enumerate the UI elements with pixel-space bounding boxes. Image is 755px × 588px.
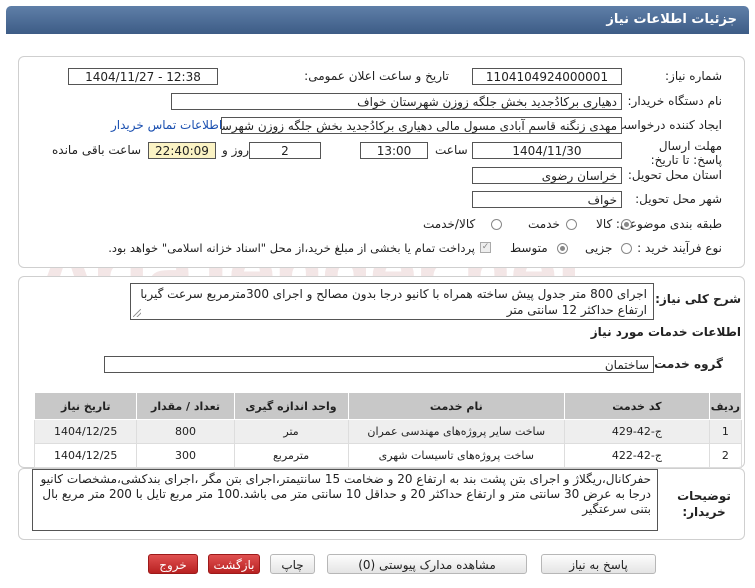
row-index: 2 [708,443,743,468]
reply-button[interactable]: پاسخ به نیاز [541,554,656,574]
buyer-notes-text: حفرکانال،ریگلاژ و اجرای بتن پشت بند به ا… [40,472,651,516]
category-goods-radio[interactable] [621,219,632,230]
category-goods-label: کالا [596,217,613,231]
process-medium-radio[interactable] [557,243,568,254]
page-header: جزئیات اطلاعات نیاز [6,6,749,34]
category-service-radio[interactable] [566,219,577,230]
process-medium-label: متوسط [510,241,548,255]
row-service-name: ساخت سایر پروژه‌های مهندسی عمران [347,419,566,444]
services-section-title: اطلاعات خدمات مورد نیاز [590,325,741,339]
process-partial-radio[interactable] [621,243,632,254]
col-quantity: تعداد / مقدار [136,392,235,420]
buyer-contact-link[interactable]: اطلاعات تماس خریدار [111,118,222,132]
col-unit: واحد اندازه گیری [233,392,349,420]
row-quantity: 300 [136,443,235,468]
row-service-code: ج-42-422 [564,443,710,468]
buyer-org-field: دهیاری برکادُجدید بخش جلگه زوزن شهرستان … [171,93,622,110]
page-title: جزئیات اطلاعات نیاز [606,12,737,27]
services-table: تاریخ نیاز تعداد / مقدار واحد اندازه گیر… [33,392,743,468]
category-service-label: خدمت [528,217,560,231]
print-button[interactable]: چاپ [270,554,315,574]
deadline-time-field: 13:00 [360,142,428,159]
col-service-name: نام خدمت [347,392,566,420]
attachments-button[interactable]: مشاهده مدارک پیوستی (0) [327,554,527,574]
col-need-date: تاریخ نیاز [33,392,138,420]
process-label: نوع فرآیند خرید : [637,241,722,255]
deadline-label: مهلت ارسال پاسخ: تا تاریخ: [650,139,722,167]
province-label: استان محل تحویل: [627,168,722,182]
col-service-code: کد خدمت [564,392,710,420]
city-label: شهر محل تحویل: [635,192,722,206]
city-field: خواف [472,191,622,208]
service-group-label: گروه خدمت: [649,357,723,371]
category-goods-service-radio[interactable] [491,219,502,230]
resize-grip-icon[interactable] [133,309,141,317]
process-partial-label: جزیی [585,241,613,255]
days-field: 2 [249,142,321,159]
announce-datetime-field: 1404/11/27 - 12:38 [68,68,218,85]
deadline-date-field: 1404/11/30 [472,142,622,159]
province-field: خراسان رضوی [472,167,622,184]
table-header-row: تاریخ نیاز تعداد / مقدار واحد اندازه گیر… [33,392,743,420]
category-goods-service-label: کالا/خدمت [423,217,476,231]
row-service-code: ج-42-429 [564,419,710,444]
creator-label: ایجاد کننده درخواست: [611,118,722,132]
row-unit: مترمربع [233,443,349,468]
summary-textarea[interactable]: اجرای 800 متر جدول پیش ساخته همراه با کا… [130,283,654,320]
service-group-field: ساختمان [104,356,654,373]
creator-field: مهدی زنگنه قاسم آبادی مسول مالی دهیاری ب… [221,117,622,134]
summary-text: اجرای 800 متر جدول پیش ساخته همراه با کا… [140,287,647,317]
remaining-label: ساعت باقی مانده [52,143,142,157]
row-need-date: 1404/12/25 [33,443,138,468]
payment-note: پرداخت تمام یا بخشی از مبلغ خرید،از محل … [108,241,475,255]
remaining-time-field: 22:40:09 [148,142,216,159]
treasury-checkbox[interactable]: ✓ [480,242,491,253]
summary-label: شرح کلی نیاز: [655,292,741,306]
announce-label: تاریخ و ساعت اعلان عمومی: [304,69,449,83]
row-quantity: 800 [136,419,235,444]
need-number-field: 1104104924000001 [472,68,622,85]
need-number-label: شماره نیاز: [665,69,722,83]
row-unit: متر [233,419,349,444]
row-service-name: ساخت پروژه‌های تاسیسات شهری [347,443,566,468]
days-label: روز و [222,143,249,157]
back-button[interactable]: بازگشت [208,554,260,574]
row-need-date: 1404/12/25 [33,419,138,444]
exit-button[interactable]: خروج [148,554,198,574]
buyer-notes-textarea[interactable]: حفرکانال،ریگلاژ و اجرای بتن پشت بند به ا… [32,469,658,531]
col-row-index: ردیف [708,392,743,420]
buyer-org-label: نام دستگاه خریدار: [627,94,723,108]
table-row: 1404/12/25 800 متر ساخت سایر پروژه‌های م… [33,419,743,444]
table-row: 1404/12/25 300 مترمربع ساخت پروژه‌های تا… [33,443,743,468]
deadline-hour-label: ساعت [435,143,468,157]
row-index: 1 [708,419,743,444]
buyer-notes-label: توضیحات خریدار: [677,489,731,519]
